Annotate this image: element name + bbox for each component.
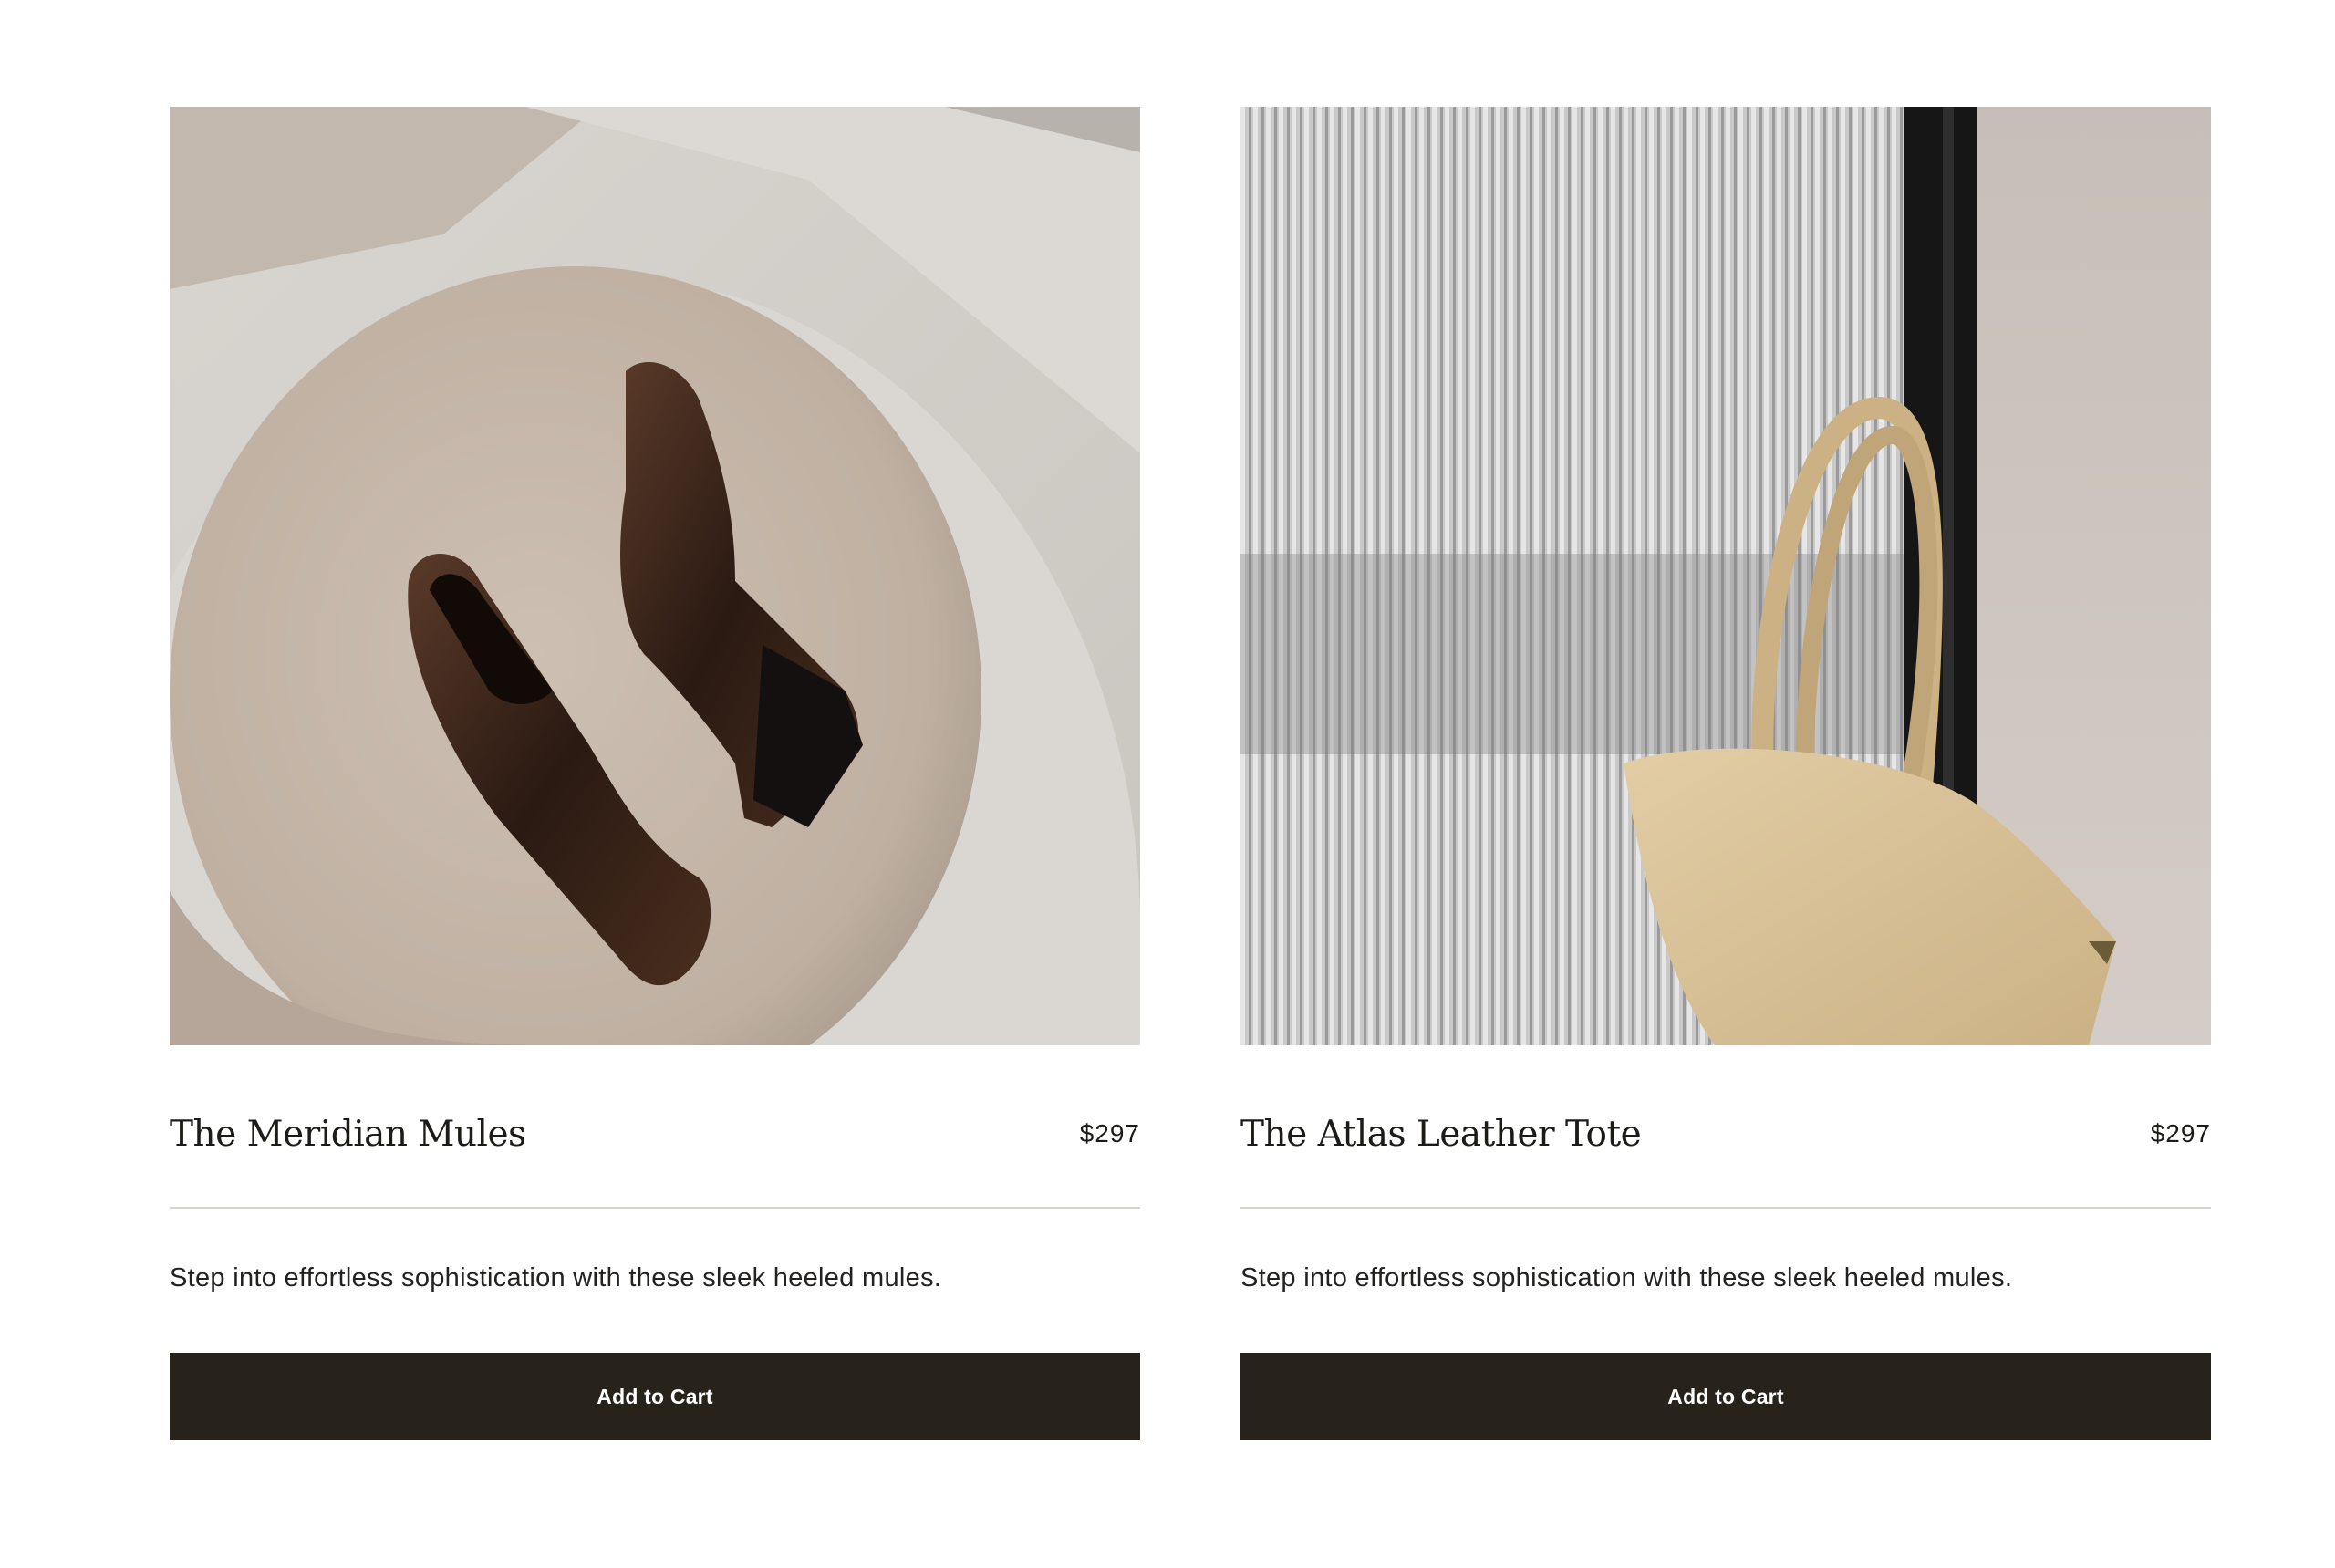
product-description: Step into effortless sophistication with… — [170, 1263, 942, 1293]
divider — [170, 1207, 1140, 1209]
product-card: The Meridian Mules $297 Step into effort… — [170, 107, 1140, 1440]
add-to-cart-button[interactable]: Add to Cart — [1240, 1353, 2211, 1440]
product-grid: The Meridian Mules $297 Step into effort… — [170, 107, 2211, 1440]
product-title-row: The Meridian Mules $297 — [170, 1108, 1140, 1159]
divider — [1240, 1207, 2211, 1209]
product-price: $297 — [2150, 1119, 2211, 1147]
product-image-tote[interactable] — [1240, 107, 2211, 1045]
add-to-cart-button[interactable]: Add to Cart — [170, 1353, 1140, 1440]
product-description: Step into effortless sophistication with… — [1240, 1263, 2013, 1293]
product-card: The Atlas Leather Tote $297 Step into ef… — [1240, 107, 2211, 1440]
product-title[interactable]: The Atlas Leather Tote — [1240, 1114, 1642, 1155]
product-price: $297 — [1079, 1119, 1140, 1147]
product-title[interactable]: The Meridian Mules — [170, 1114, 526, 1155]
product-title-row: The Atlas Leather Tote $297 — [1240, 1108, 2211, 1159]
product-image-mules[interactable] — [170, 107, 1140, 1045]
